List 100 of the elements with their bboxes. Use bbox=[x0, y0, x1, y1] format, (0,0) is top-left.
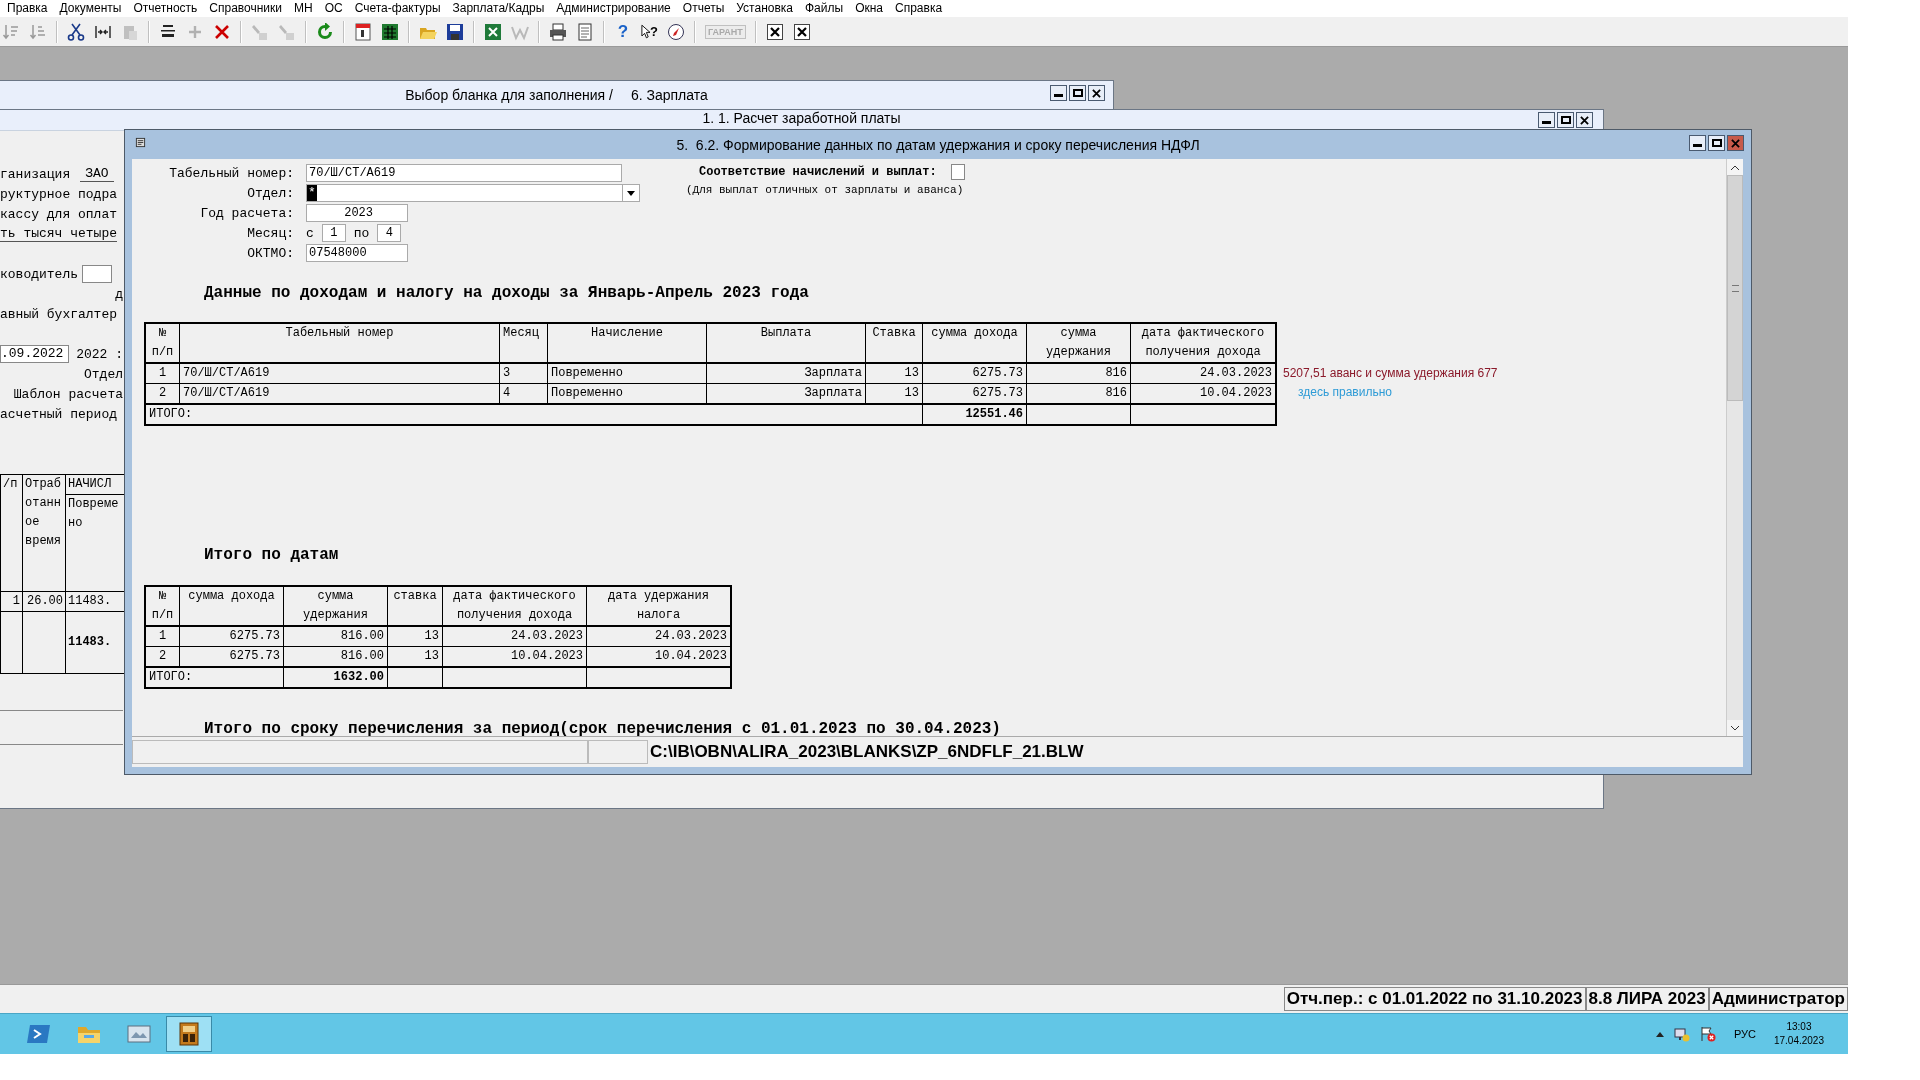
window-title: 5. 6.2. Формирование данных по датам удержания и сроку перечисления НДФЛ bbox=[676, 136, 1200, 153]
window-title: 6. Зарплата bbox=[630, 86, 708, 103]
table-cell: 1 bbox=[145, 626, 180, 647]
menu-item[interactable]: Документы bbox=[53, 1, 128, 16]
menu-item[interactable]: Отчеты bbox=[676, 1, 731, 16]
input-field[interactable]: .09.2022 bbox=[0, 345, 70, 363]
menu-item[interactable]: Установка bbox=[730, 1, 799, 16]
hint-text: (Для выплат отличных от зарплаты и аванса) bbox=[686, 184, 965, 196]
field-label: Месяц: bbox=[246, 225, 294, 241]
scrollbar[interactable] bbox=[1726, 159, 1743, 736]
menu-item[interactable]: Отчетность bbox=[127, 1, 204, 16]
menu-item[interactable]: Администрирование bbox=[550, 1, 677, 16]
column-header: Ставка bbox=[865, 323, 923, 363]
scroll-down-button[interactable] bbox=[1727, 720, 1743, 736]
network-icon[interactable] bbox=[1673, 1026, 1690, 1042]
caret-icon[interactable] bbox=[627, 190, 635, 196]
flag-icon[interactable] bbox=[1699, 1026, 1716, 1042]
maximize-button[interactable] bbox=[1557, 112, 1574, 128]
clock-date[interactable]: 17.04.2023 bbox=[1773, 1034, 1824, 1048]
scissors-icon[interactable] bbox=[67, 22, 85, 41]
scroll-up-button[interactable] bbox=[1727, 159, 1743, 175]
field-label: Год расчета: bbox=[199, 205, 294, 221]
table-cell: Зарплата bbox=[706, 363, 866, 384]
field-label: Отдел bbox=[84, 366, 123, 382]
page-icon[interactable] bbox=[576, 22, 594, 41]
file-path: C:\IB\OBN\ALIRA_2023\BLANKS\ZP_6NDFLF_21.BLW bbox=[650, 742, 1084, 762]
column-header: Отработанное время bbox=[22, 474, 66, 592]
menu-item[interactable]: Зарплата/Кадры bbox=[446, 1, 551, 16]
table-cell: Повременно bbox=[547, 363, 707, 384]
minimize-button[interactable] bbox=[1538, 112, 1555, 128]
menu-item[interactable]: ОС bbox=[318, 1, 349, 16]
table-cell: 1 bbox=[0, 591, 23, 612]
input-field[interactable]: 4 bbox=[377, 224, 402, 242]
menu-item[interactable]: Окна bbox=[849, 1, 890, 16]
table-cell: 816.00 bbox=[283, 626, 388, 647]
minimize-button[interactable] bbox=[1050, 85, 1067, 101]
close-box-icon[interactable] bbox=[792, 22, 811, 41]
close-box-icon[interactable] bbox=[765, 22, 784, 41]
menu-item[interactable]: Счета-фактуры bbox=[348, 1, 447, 16]
close-icon[interactable] bbox=[1092, 88, 1101, 98]
column-header: сумма дохода bbox=[179, 586, 284, 626]
refresh-icon[interactable] bbox=[316, 22, 334, 41]
field-label: ководитель bbox=[0, 266, 78, 282]
maximize-button[interactable] bbox=[1708, 135, 1725, 151]
window-title: 1. 1. Расчет заработной платы bbox=[702, 110, 901, 126]
calculator-icon[interactable] bbox=[381, 22, 399, 41]
help-icon[interactable]: ? bbox=[614, 22, 632, 41]
field-label: с bbox=[306, 225, 314, 241]
field-label: ть тысяч четыре bbox=[0, 226, 118, 242]
field-label: Табельный номер: bbox=[168, 165, 294, 181]
compass-icon[interactable] bbox=[666, 22, 685, 41]
menu-item[interactable]: Справочники bbox=[203, 1, 288, 16]
close-icon[interactable] bbox=[1580, 115, 1589, 125]
input-field[interactable]: 1 bbox=[321, 224, 346, 242]
field-label: Шаблон расчета bbox=[13, 386, 123, 402]
input-field[interactable] bbox=[82, 265, 112, 283]
field-label: авный бухгалтер bbox=[0, 306, 118, 322]
printer-icon[interactable] bbox=[549, 22, 567, 41]
caret-icon[interactable] bbox=[1655, 1031, 1664, 1037]
menu-item[interactable]: Справка bbox=[889, 1, 949, 16]
document-icon bbox=[135, 137, 146, 148]
field-label: кассу для оплат bbox=[0, 206, 118, 222]
menu-item[interactable]: МН bbox=[288, 1, 319, 16]
table-cell: 3 bbox=[499, 363, 548, 384]
calendar-icon[interactable] bbox=[354, 22, 372, 41]
chevron-down-icon[interactable] bbox=[1731, 725, 1739, 731]
column-header: сумма дохода bbox=[922, 323, 1027, 363]
table-cell: 26.00 bbox=[22, 591, 66, 612]
column-header: Начисление bbox=[547, 323, 707, 363]
column-header: Табельный номер bbox=[179, 323, 500, 363]
cross-icon[interactable] bbox=[213, 22, 231, 41]
input-field[interactable]: 2023 bbox=[306, 204, 408, 222]
menu-item[interactable]: Файлы bbox=[799, 1, 850, 16]
column-header: ставка bbox=[387, 586, 443, 626]
close-button[interactable] bbox=[1576, 112, 1593, 128]
spreadsheet-icon[interactable] bbox=[484, 22, 502, 41]
close-button[interactable] bbox=[1088, 85, 1105, 101]
total-label: ИТОГО: bbox=[145, 667, 284, 688]
annotation-text: 5207,51 аванс и сумма удержания 677 bbox=[1283, 365, 1498, 382]
column-header: /п bbox=[0, 474, 23, 592]
chevron-up-icon[interactable] bbox=[1731, 164, 1739, 170]
dropdown[interactable]: * bbox=[306, 184, 640, 202]
taskbar-button[interactable] bbox=[166, 1016, 212, 1052]
table-cell: 13 bbox=[865, 363, 923, 384]
menu-item[interactable]: Правка bbox=[1, 1, 54, 16]
total-label: ИТОГО: bbox=[145, 404, 923, 425]
clock-time[interactable]: 13:03 bbox=[1786, 1020, 1812, 1034]
input-field[interactable]: 07548000 bbox=[306, 244, 408, 262]
maximize-button[interactable] bbox=[1069, 85, 1086, 101]
total-value: 12551.46 bbox=[922, 404, 1027, 425]
checkbox[interactable] bbox=[950, 164, 965, 180]
column-header: Выплата bbox=[706, 323, 866, 363]
table-cell: 6275.73 bbox=[179, 626, 284, 647]
language-indicator[interactable]: РУС bbox=[1733, 1028, 1756, 1040]
scroll-thumb[interactable] bbox=[1727, 175, 1743, 401]
field-label: асчетный период bbox=[0, 406, 118, 422]
window-title: Выбор бланка для заполнения / bbox=[405, 86, 613, 103]
minimize-button[interactable] bbox=[1689, 135, 1706, 151]
table-cell: 13 bbox=[387, 626, 443, 647]
input-field[interactable]: 70/Ш/СТ/А619 bbox=[306, 164, 622, 182]
